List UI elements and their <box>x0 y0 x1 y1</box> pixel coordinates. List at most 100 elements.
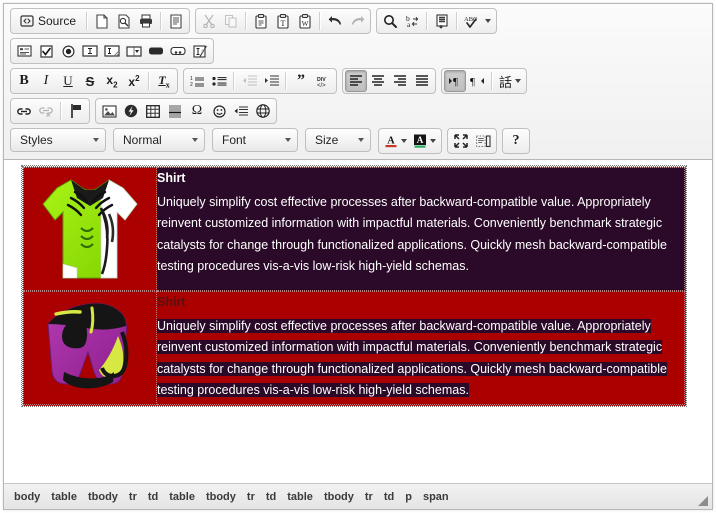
anchor-button[interactable] <box>65 100 87 122</box>
show-blocks-icon <box>475 134 491 148</box>
undo-button[interactable] <box>324 10 346 32</box>
maximize-button[interactable] <box>450 130 472 152</box>
align-justify-button[interactable] <box>411 70 433 92</box>
element-path-item[interactable]: table <box>287 491 313 503</box>
table-row: Shirt Uniquely simplify cost effective p… <box>23 291 685 405</box>
hidden-field-button[interactable] <box>189 40 211 62</box>
element-path-item[interactable]: tbody <box>324 491 354 503</box>
background-color-button[interactable]: A <box>410 130 439 152</box>
align-center-button[interactable] <box>367 70 389 92</box>
replace-button[interactable]: ba <box>401 10 423 32</box>
iframe-button[interactable] <box>252 100 274 122</box>
text-field-button[interactable] <box>79 40 101 62</box>
subscript-button[interactable]: x2 <box>101 70 123 92</box>
unlink-button[interactable] <box>35 100 57 122</box>
textarea-button[interactable] <box>101 40 123 62</box>
align-right-button[interactable] <box>389 70 411 92</box>
element-path-item[interactable]: p <box>405 491 412 503</box>
about-button[interactable]: ? <box>505 130 527 152</box>
align-left-button[interactable] <box>345 70 367 92</box>
outdent-button[interactable] <box>238 70 260 92</box>
print-button[interactable] <box>135 10 157 32</box>
flash-button[interactable] <box>120 100 142 122</box>
form-button-button[interactable] <box>145 40 167 62</box>
product-text-cell-1[interactable]: Shirt Uniquely simplify cost effective p… <box>156 167 685 291</box>
rtl-button[interactable]: ¶ <box>466 70 488 92</box>
image-button[interactable] <box>98 100 120 122</box>
select-all-button[interactable] <box>431 10 453 32</box>
element-path-item[interactable]: tbody <box>206 491 236 503</box>
ltr-button[interactable]: ¶ <box>444 70 466 92</box>
select-field-button[interactable] <box>123 40 145 62</box>
show-blocks-button[interactable] <box>472 130 494 152</box>
spellcheck-button[interactable]: ABC <box>461 10 494 32</box>
image-button-button[interactable] <box>167 40 189 62</box>
new-page-icon <box>95 13 109 29</box>
preview-button[interactable] <box>113 10 135 32</box>
copy-button[interactable] <box>220 10 242 32</box>
page-break-button[interactable] <box>230 100 252 122</box>
align-left-icon <box>349 75 363 87</box>
underline-button[interactable]: U <box>57 70 79 92</box>
paste-button[interactable] <box>250 10 272 32</box>
element-path-item[interactable]: table <box>51 491 77 503</box>
vertical-scrollbar[interactable] <box>696 160 712 483</box>
separator <box>456 12 459 30</box>
cut-button[interactable] <box>198 10 220 32</box>
radio-button[interactable] <box>57 40 79 62</box>
align-center-icon <box>371 75 385 87</box>
smiley-button[interactable] <box>208 100 230 122</box>
product-text-cell-2[interactable]: Shirt Uniquely simplify cost effective p… <box>156 291 685 405</box>
numbered-list-button[interactable]: 12 <box>186 70 208 92</box>
table-button[interactable] <box>142 100 164 122</box>
editing-area[interactable]: Shirt Uniquely simplify cost effective p… <box>4 160 696 483</box>
special-char-button[interactable]: Ω <box>186 100 208 122</box>
element-path-item[interactable]: table <box>169 491 195 503</box>
svg-text:A: A <box>417 135 424 145</box>
paste-word-button[interactable]: W <box>294 10 316 32</box>
find-button[interactable] <box>379 10 401 32</box>
strike-button[interactable]: S <box>79 70 101 92</box>
blockquote-button[interactable]: ” <box>290 70 312 92</box>
new-page-button[interactable] <box>91 10 113 32</box>
element-path-item[interactable]: td <box>384 491 394 503</box>
superscript-button[interactable]: x2 <box>123 70 145 92</box>
link-button[interactable] <box>13 100 35 122</box>
element-path-item[interactable]: td <box>266 491 276 503</box>
element-path-item[interactable]: body <box>14 491 40 503</box>
remove-format-button[interactable]: Tx <box>153 70 175 92</box>
element-path-item[interactable]: td <box>148 491 158 503</box>
element-path-item[interactable]: tr <box>129 491 137 503</box>
blockquote-icon: ” <box>297 72 305 89</box>
indent-button[interactable] <box>260 70 282 92</box>
language-button[interactable]: 話 <box>496 70 524 92</box>
element-path-item[interactable]: tr <box>365 491 373 503</box>
hidden-field-icon <box>192 44 208 58</box>
element-path-item[interactable]: span <box>423 491 449 503</box>
element-path-item[interactable]: tbody <box>88 491 118 503</box>
bulleted-list-button[interactable] <box>208 70 230 92</box>
preview-icon <box>117 13 131 29</box>
italic-button[interactable]: I <box>35 70 57 92</box>
separator <box>148 72 150 90</box>
form-button[interactable] <box>13 40 35 62</box>
element-path-item[interactable]: tr <box>247 491 255 503</box>
table-row: Shirt Uniquely simplify cost effective p… <box>23 167 685 291</box>
size-combo[interactable]: Size <box>305 128 371 152</box>
font-combo[interactable]: Font <box>212 128 298 152</box>
styles-combo[interactable]: Styles <box>10 128 106 152</box>
paste-text-button[interactable]: T <box>272 10 294 32</box>
horizontal-rule-button[interactable] <box>164 100 186 122</box>
redo-button[interactable] <box>346 10 368 32</box>
paragraph-format-combo[interactable]: Normal <box>113 128 205 152</box>
purple-sports-shorts-image <box>24 292 156 404</box>
resize-grip[interactable] <box>695 493 709 507</box>
source-button[interactable]: Source <box>13 10 83 32</box>
text-color-button[interactable]: A <box>381 130 410 152</box>
text-field-icon <box>82 45 98 57</box>
toolbar-group-insert: Ω <box>95 98 277 124</box>
templates-button[interactable] <box>165 10 187 32</box>
checkbox-button[interactable] <box>35 40 57 62</box>
bold-button[interactable]: B <box>13 70 35 92</box>
create-div-button[interactable]: DIV </> <box>312 70 334 92</box>
